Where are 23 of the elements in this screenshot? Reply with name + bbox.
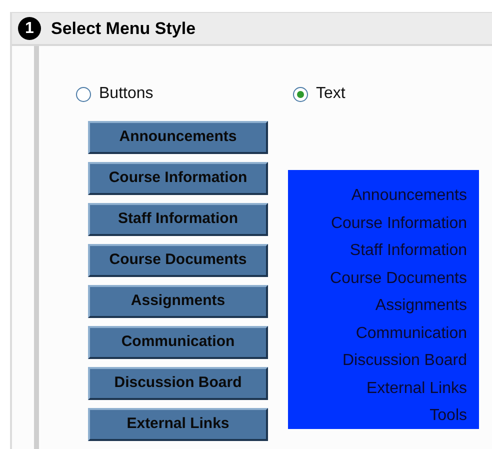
option-label: Buttons [99,84,154,104]
menu-link[interactable]: Assignments [375,292,467,320]
menu-link[interactable]: Communication [356,320,467,347]
menu-button[interactable]: Staff Information [88,203,268,236]
radio-button[interactable] [293,86,308,102]
menu-button[interactable]: Communication [88,326,268,359]
menu-link[interactable]: Announcements [351,182,467,210]
menu-button[interactable]: Assignments [88,285,268,318]
menu-button[interactable]: Course Documents [88,244,268,277]
section-title: Select Menu Style [51,18,196,40]
menu-link[interactable]: Course Information [330,210,467,237]
menu-link[interactable]: Discussion Board [342,347,467,374]
menu-link[interactable]: External Links [366,374,467,402]
step-number: 1 [18,17,41,40]
menu-button[interactable]: External Links [88,408,268,441]
radio-button[interactable] [76,86,91,102]
menu-link[interactable]: Course Documents [330,264,467,292]
menu-button[interactable]: Discussion Board [88,367,268,400]
menu-button[interactable]: Course Information [88,162,268,195]
option-label: Text [316,84,346,104]
menu-link[interactable]: Tools [430,402,467,430]
menu-button[interactable]: Announcements [88,121,268,154]
menu-link[interactable]: Staff Information [350,237,467,264]
